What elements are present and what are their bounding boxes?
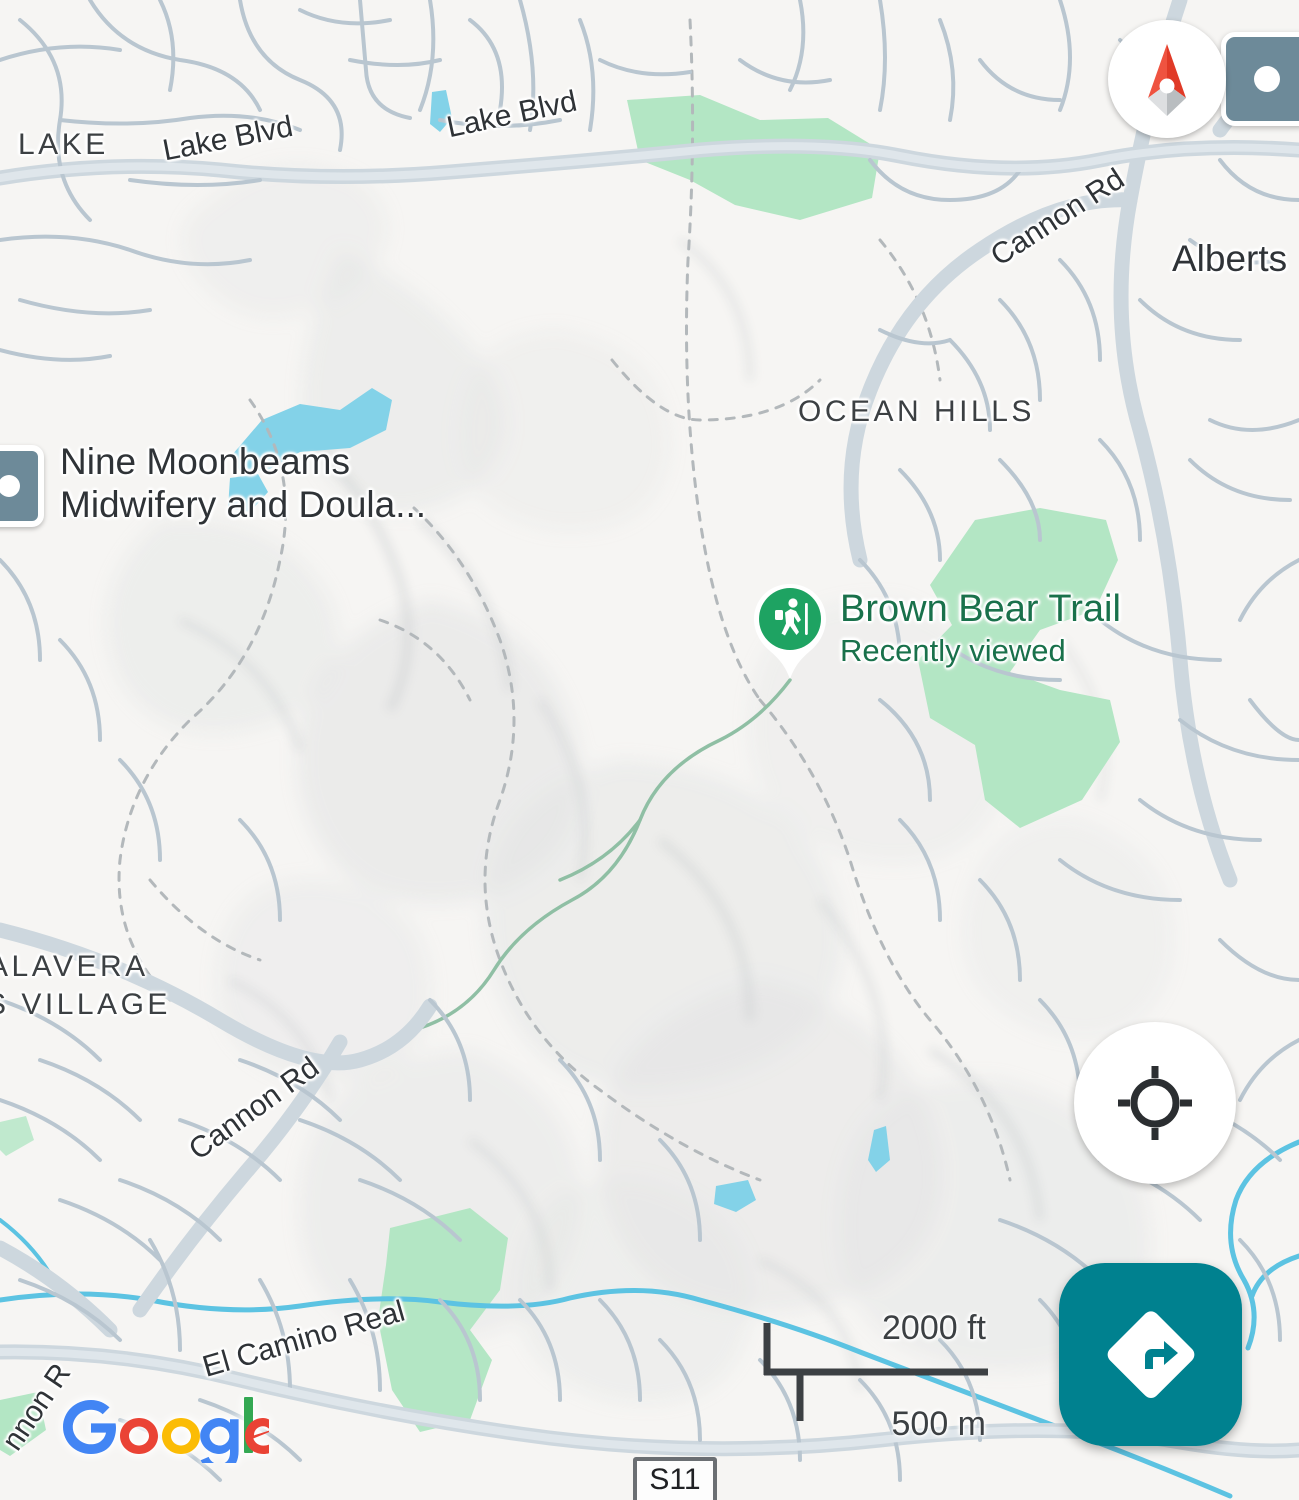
map-label-calavera-line1[interactable]: ALAVERA (0, 950, 149, 984)
place-thumbnail[interactable] (0, 445, 44, 527)
map-label-lake-blvd-west[interactable]: Lake Blvd (160, 110, 296, 169)
trail-name[interactable]: Brown Bear Trail (840, 589, 1121, 630)
map-label-ocean-hills[interactable]: OCEAN HILLS (798, 395, 1035, 429)
hiker-icon (754, 584, 826, 679)
highway-shield-s11[interactable]: S11 (633, 1457, 717, 1500)
map-label-lake-blvd-east[interactable]: Lake Blvd (444, 85, 580, 146)
directions-button[interactable] (1059, 1263, 1242, 1446)
trail-pin-marker[interactable] (752, 582, 828, 680)
directions-arrow-icon (1107, 1310, 1194, 1398)
trail-label-text: Brown Bear Trail Recently viewed (840, 589, 1121, 671)
scale-bar: 2000 ft 500 m (762, 1309, 992, 1443)
map-screen[interactable]: LAKE Lake Blvd Lake Blvd OCEAN HILLS Can… (0, 0, 1299, 1500)
map-label-albertsons[interactable]: Alberts (1172, 237, 1287, 280)
google-logo[interactable] (57, 1389, 277, 1473)
map-label-cannon-rd-northeast[interactable]: Cannon Rd (985, 162, 1131, 273)
compass-needle-icon (1148, 44, 1186, 116)
map-label-el-camino-real[interactable]: El Camino Real (199, 1295, 409, 1385)
my-location-button[interactable] (1074, 1022, 1236, 1184)
corner-place-thumbnail[interactable] (1221, 32, 1299, 126)
place-thumbnail-dot (0, 475, 20, 497)
map-label-calavera-line2[interactable]: S VILLAGE (0, 988, 171, 1022)
scale-bar-graphic (763, 1323, 988, 1421)
google-wordmark-icon (63, 1397, 277, 1473)
map-label-cannon-rd-southwest[interactable]: Cannon Rd (183, 1051, 326, 1168)
compass-button[interactable] (1108, 20, 1226, 138)
crosshair-icon (1118, 1066, 1192, 1140)
trail-subtitle: Recently viewed (840, 632, 1066, 668)
map-label-lake[interactable]: LAKE (18, 128, 109, 162)
poi-brown-bear-trail[interactable]: Brown Bear Trail Recently viewed (752, 582, 1121, 680)
map-label-nine-moonbeams-midwifery[interactable]: Nine Moonbeams Midwifery and Doula... (60, 440, 426, 527)
corner-place-thumbnail-dot (1254, 66, 1280, 92)
